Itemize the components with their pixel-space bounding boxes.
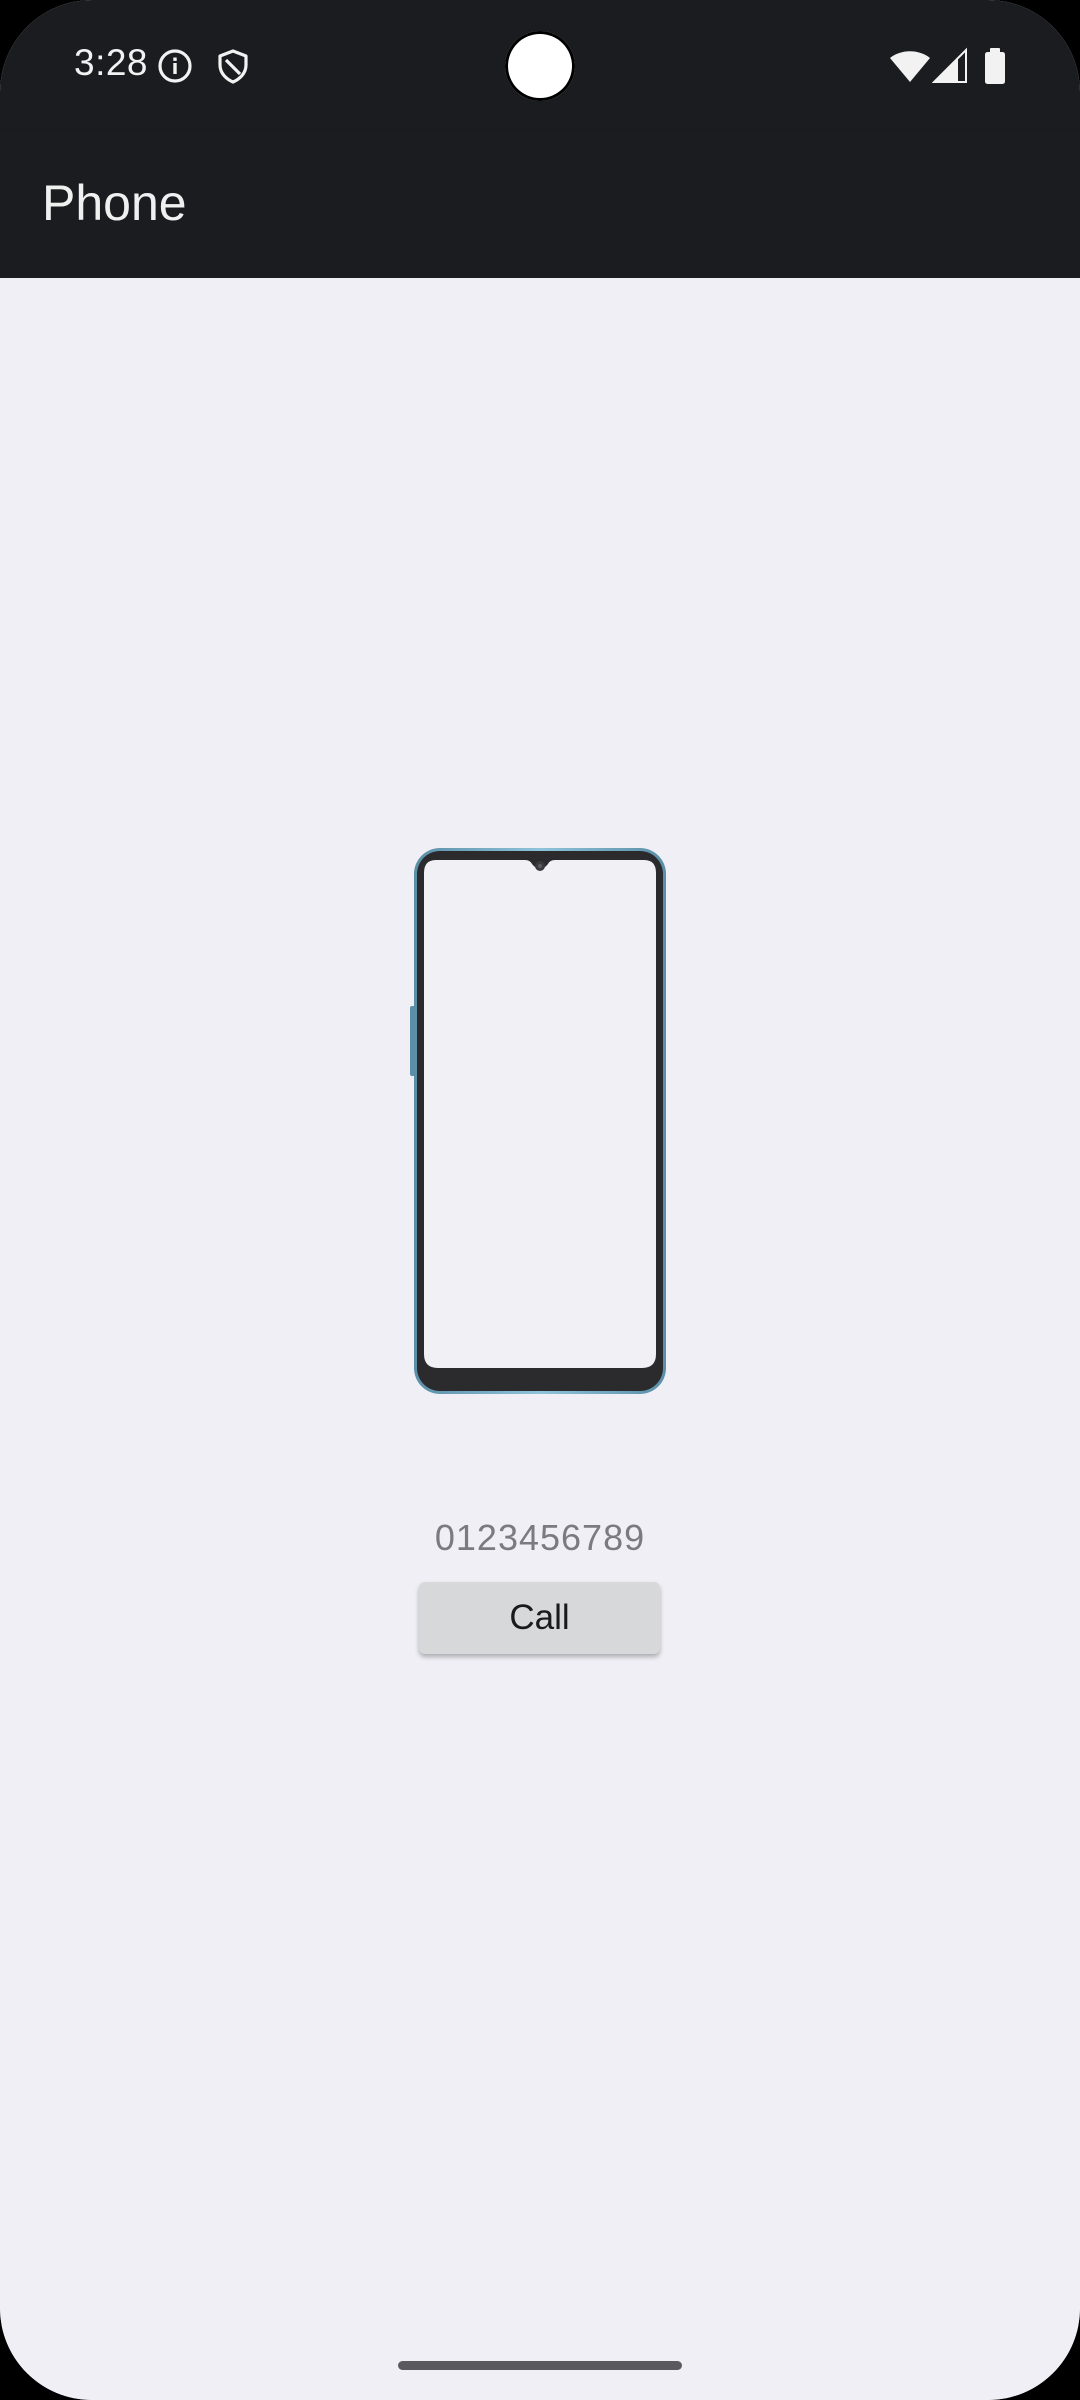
app-title: Phone (42, 175, 187, 231)
status-time: 3:28 (74, 42, 149, 83)
phone-illustration (410, 848, 666, 1394)
wifi-icon (890, 51, 930, 82)
phone-number-text: 0123456789 (434, 1517, 646, 1558)
info-icon (158, 49, 192, 83)
front-camera-cutout (505, 31, 575, 101)
app-bar: Phone (0, 132, 1080, 278)
status-bar: 3:28 (0, 0, 1080, 132)
cellular-signal-icon (932, 47, 967, 83)
battery-icon (985, 48, 1005, 84)
home-gesture-bar[interactable] (398, 2361, 682, 2370)
device-screen: 3:28 Phone 0123456789 Call (0, 0, 1080, 2400)
shield-icon (218, 49, 248, 84)
call-button[interactable]: Call (419, 1582, 660, 1654)
